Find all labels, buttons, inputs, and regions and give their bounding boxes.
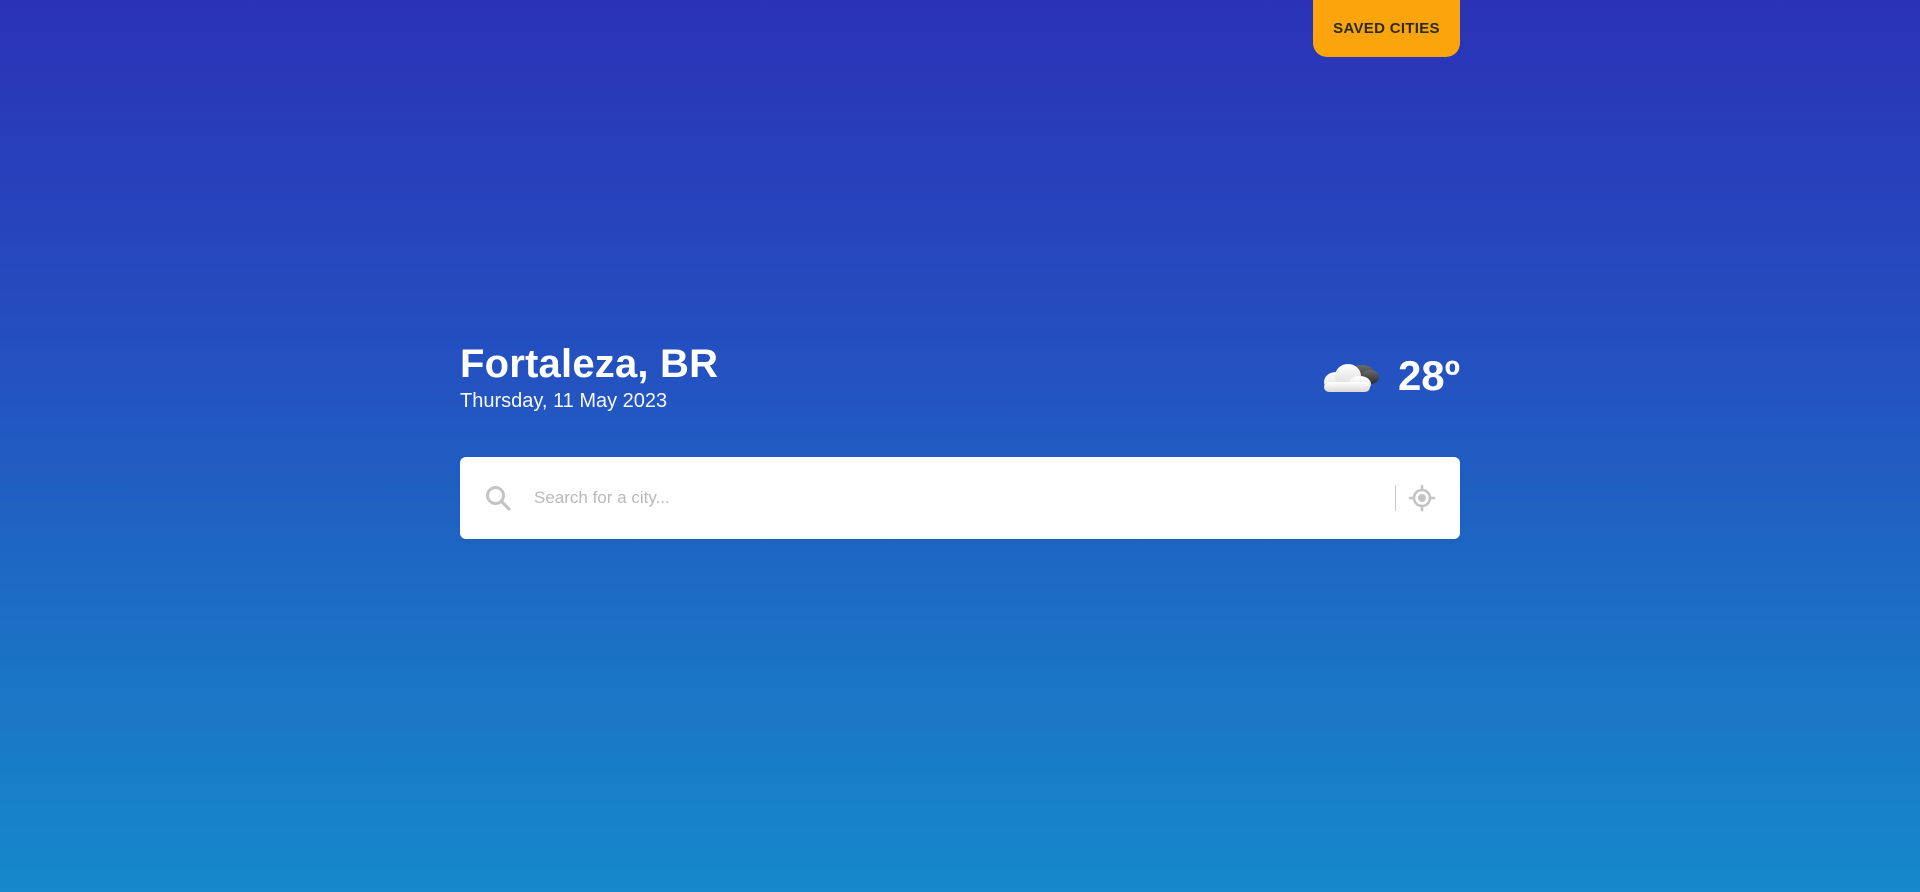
search-bar (460, 457, 1460, 539)
search-input[interactable] (534, 478, 1383, 518)
city-name: Fortaleza, BR (460, 342, 719, 386)
weather-header: Fortaleza, BR Thursday, 11 May 2023 28º (460, 340, 1460, 457)
cloud-night-icon (1314, 352, 1384, 400)
search-divider (1395, 485, 1396, 511)
location-block: Fortaleza, BR Thursday, 11 May 2023 (460, 340, 718, 414)
current-weather: 28º (1314, 352, 1460, 400)
current-date: Thursday, 11 May 2023 (460, 390, 668, 412)
search-icon (484, 484, 512, 512)
temperature: 28º (1397, 352, 1460, 399)
saved-cities-button[interactable]: SAVED CITIES (1313, 0, 1460, 57)
main-content: Fortaleza, BR Thursday, 11 May 2023 28º … (460, 340, 1460, 539)
current-location-icon[interactable] (1408, 484, 1436, 512)
